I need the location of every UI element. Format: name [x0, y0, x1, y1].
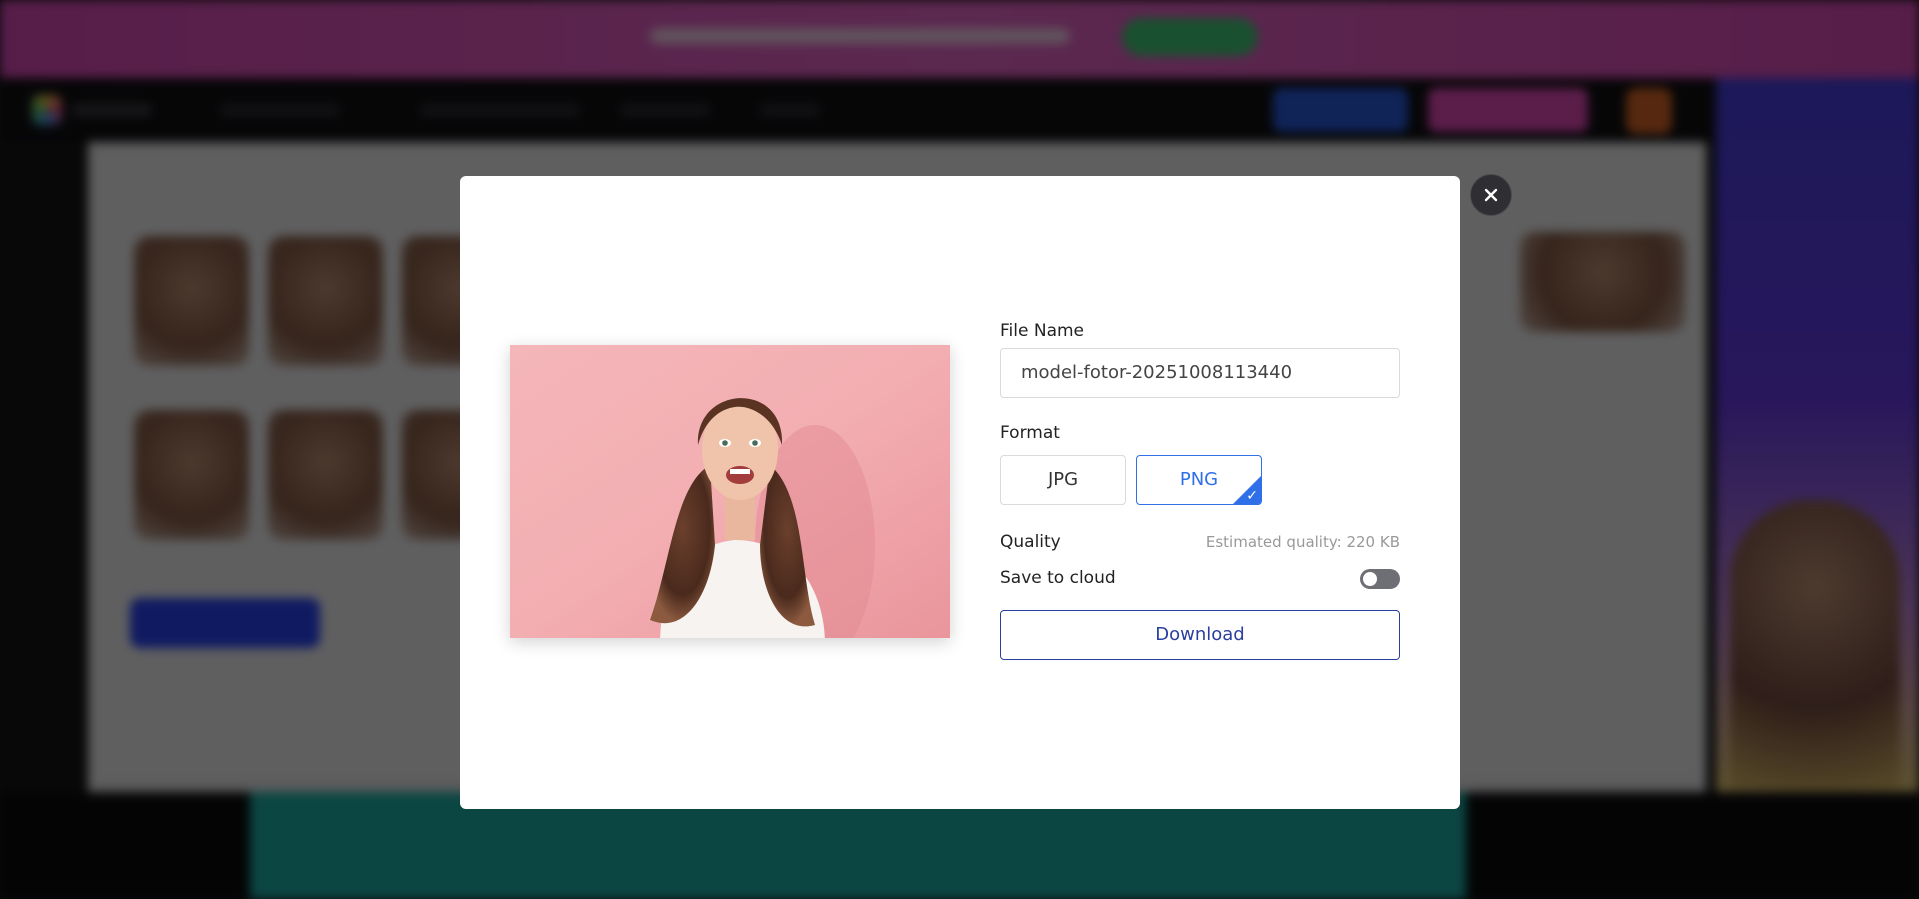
format-option-png[interactable]: PNG ✓: [1136, 455, 1262, 505]
format-option-jpg[interactable]: JPG: [1000, 455, 1126, 505]
download-button[interactable]: Download: [1000, 610, 1400, 660]
file-name-input[interactable]: model-fotor-20251008113440: [1000, 348, 1400, 398]
download-dialog: File Name model-fotor-20251008113440 For…: [460, 176, 1460, 809]
portrait-preview-image: [510, 345, 950, 638]
quality-label: Quality: [1000, 532, 1061, 552]
file-name-label: File Name: [1000, 321, 1085, 341]
format-option-jpg-label: JPG: [1047, 469, 1079, 490]
toggle-knob: [1363, 572, 1377, 586]
save-to-cloud-toggle[interactable]: [1360, 569, 1400, 589]
close-dialog-button[interactable]: [1470, 174, 1512, 216]
save-to-cloud-label: Save to cloud: [1000, 568, 1116, 588]
checkmark-icon: ✓: [1246, 488, 1258, 504]
image-preview: [510, 345, 950, 638]
format-option-png-label: PNG: [1179, 469, 1219, 490]
format-label: Format: [1000, 423, 1060, 443]
close-icon: [1484, 188, 1498, 202]
quality-estimate: Estimated quality: 220 KB: [1205, 533, 1400, 551]
